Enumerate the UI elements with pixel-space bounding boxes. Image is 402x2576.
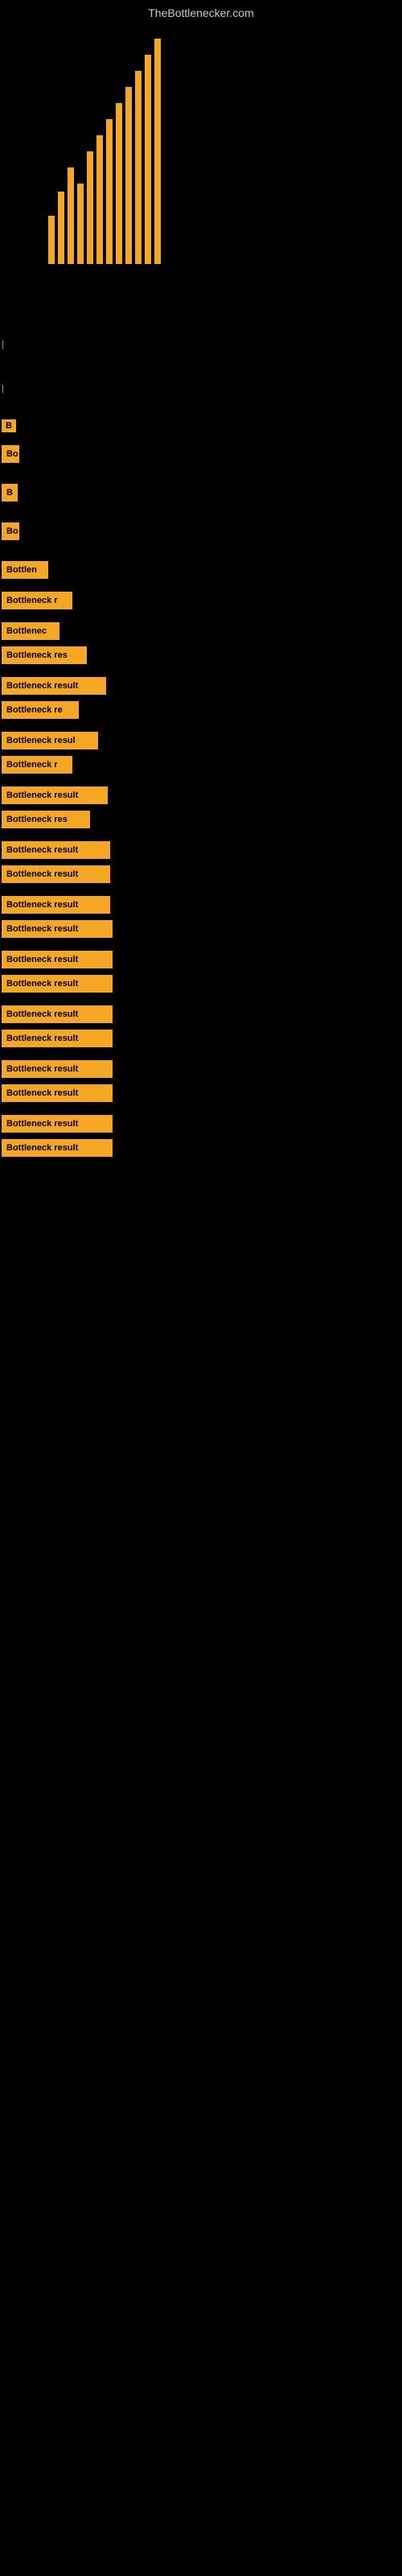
- bottleneck-item: Bottleneck result: [2, 1003, 402, 1026]
- bottleneck-result-label: Bottleneck r: [2, 592, 72, 609]
- bottleneck-result-label: B: [2, 484, 18, 502]
- bottleneck-result-label: Bottleneck result: [2, 677, 106, 695]
- bottleneck-result-label: Bottleneck resul: [2, 732, 98, 749]
- bottleneck-result-label: Bottleneck result: [2, 865, 110, 883]
- bottleneck-result-label: Bottleneck res: [2, 646, 87, 664]
- bottleneck-result-label: Bottleneck result: [2, 896, 110, 914]
- bottleneck-item: B: [2, 481, 402, 504]
- bottleneck-item: Bottleneck result: [2, 863, 402, 886]
- bottleneck-result-label: Bottleneck result: [2, 1139, 113, 1157]
- bottleneck-item: Bottleneck result: [2, 1082, 402, 1104]
- bottleneck-result-label: Bottleneck result: [2, 1115, 113, 1133]
- cursor-indicator-1: |: [2, 340, 4, 349]
- bottleneck-result-label: Bo: [2, 522, 19, 540]
- bottleneck-result-label: Bottlenec: [2, 622, 59, 640]
- bottleneck-item: Bottleneck result: [2, 1058, 402, 1080]
- bottleneck-result-label: Bottleneck result: [2, 920, 113, 938]
- bottleneck-item: Bottleneck result: [2, 918, 402, 940]
- bottleneck-item: Bottleneck result: [2, 972, 402, 995]
- section-label: B: [2, 419, 16, 432]
- bottleneck-item: Bottleneck r: [2, 589, 402, 612]
- bottleneck-item: Bottleneck res: [2, 808, 402, 831]
- bottleneck-item: Bottlenec: [2, 620, 402, 642]
- bottleneck-item: Bottleneck resul: [2, 729, 402, 752]
- bottleneck-item: Bottleneck result: [2, 894, 402, 916]
- site-title: TheBottlenecker.com: [0, 0, 402, 23]
- bottleneck-item: Bottleneck result: [2, 784, 402, 807]
- bottleneck-result-label: Bottleneck re: [2, 701, 79, 719]
- bottleneck-item: Bottleneck result: [2, 1113, 402, 1135]
- chart-area: [16, 23, 386, 280]
- bottleneck-item: Bo: [2, 520, 402, 543]
- bottleneck-result-label: Bottleneck result: [2, 786, 108, 804]
- bottleneck-item: Bottleneck result: [2, 839, 402, 861]
- bottleneck-item: Bottlen: [2, 559, 402, 581]
- bottleneck-result-label: Bottleneck r: [2, 756, 72, 774]
- bottleneck-result-label: Bottlen: [2, 561, 48, 579]
- bottleneck-item: Bo: [2, 443, 402, 465]
- bottleneck-item: Bottleneck r: [2, 753, 402, 776]
- bottleneck-result-label: Bottleneck result: [2, 1060, 113, 1078]
- bottleneck-result-label: Bottleneck result: [2, 975, 113, 993]
- bottleneck-result-label: Bottleneck result: [2, 1084, 113, 1102]
- input-row-2: |: [2, 378, 400, 400]
- bottleneck-item: Bottleneck result: [2, 948, 402, 971]
- bottleneck-list: Bo B Bo Bottlen Bottleneck r Bottlenec Bottlen…: [0, 443, 402, 1167]
- bottleneck-item: Bottleneck re: [2, 699, 402, 721]
- bottleneck-result-label: Bo: [2, 445, 19, 463]
- bottleneck-item: Bottleneck result: [2, 675, 402, 697]
- input-row-1: |: [2, 333, 400, 356]
- bottleneck-result-label: Bottleneck result: [2, 951, 113, 968]
- bottleneck-item: Bottleneck result: [2, 1027, 402, 1050]
- bottleneck-result-label: Bottleneck result: [2, 1005, 113, 1023]
- bottleneck-item: Bottleneck result: [2, 1137, 402, 1159]
- bottleneck-result-label: Bottleneck res: [2, 811, 90, 828]
- bottleneck-item: Bottleneck res: [2, 644, 402, 667]
- bottleneck-result-label: Bottleneck result: [2, 841, 110, 859]
- cursor-indicator-2: |: [2, 384, 4, 394]
- bottleneck-result-label: Bottleneck result: [2, 1030, 113, 1047]
